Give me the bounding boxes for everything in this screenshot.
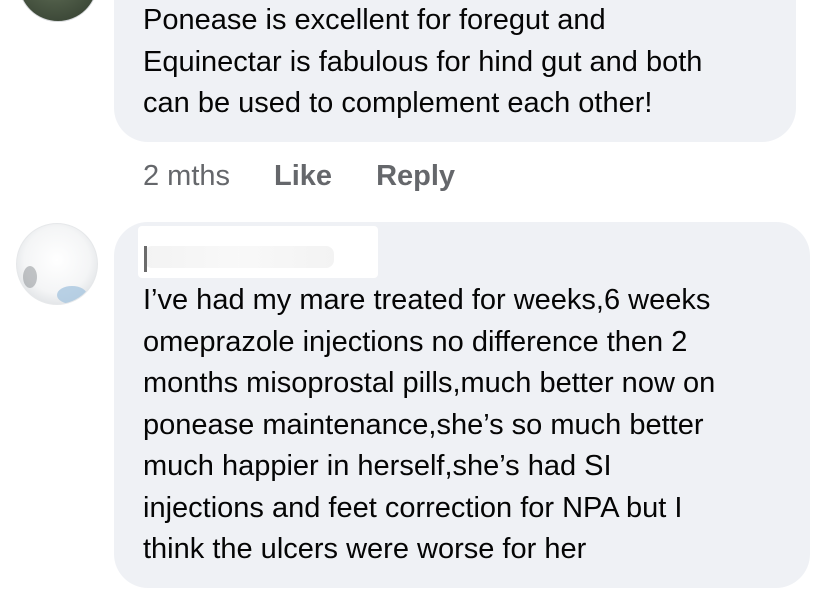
- like-button[interactable]: Like: [274, 160, 332, 192]
- comment-thread: Ponease is excellent for foregut and Equ…: [0, 0, 827, 600]
- comment-bubble: Ponease is excellent for foregut and Equ…: [114, 0, 796, 142]
- comment-line: much happier in herself,she’s had SI: [143, 450, 612, 482]
- comment-line: months misoprostal pills,much better now…: [143, 367, 716, 399]
- comment-line: think the ulcers were worse for her: [143, 533, 587, 565]
- comment-text: I’ve had my mare treated for weeks,6 wee…: [143, 280, 715, 571]
- comment-timestamp[interactable]: 2 mths: [143, 160, 230, 192]
- commenter-avatar[interactable]: [16, 223, 98, 305]
- comment-line: Ponease is excellent for foregut and: [143, 4, 606, 36]
- avatar-image-detail: [57, 286, 87, 304]
- redacted-author-name[interactable]: [138, 226, 378, 278]
- comment-line: injections and feet correction for NPA b…: [143, 491, 683, 524]
- comment-line: ponease maintenance,she’s so much better: [143, 408, 704, 441]
- comment-line: can be used to complement each other!: [143, 87, 653, 119]
- comment-text: Ponease is excellent for foregut and Equ…: [143, 0, 796, 125]
- comment-line: I’ve had my mare treated for weeks,6 wee…: [143, 284, 711, 316]
- reply-button[interactable]: Reply: [376, 160, 455, 192]
- avatar-image-detail: [23, 266, 37, 288]
- comment-line: Equinectar is fabulous for hind gut and …: [143, 45, 703, 78]
- name-initial-mark: [144, 246, 147, 272]
- comment-actions: 2 mths Like Reply: [143, 158, 455, 194]
- comment-line: omeprazole injections no difference then…: [143, 325, 688, 358]
- commenter-avatar[interactable]: [18, 0, 98, 22]
- redaction-blur: [144, 246, 334, 268]
